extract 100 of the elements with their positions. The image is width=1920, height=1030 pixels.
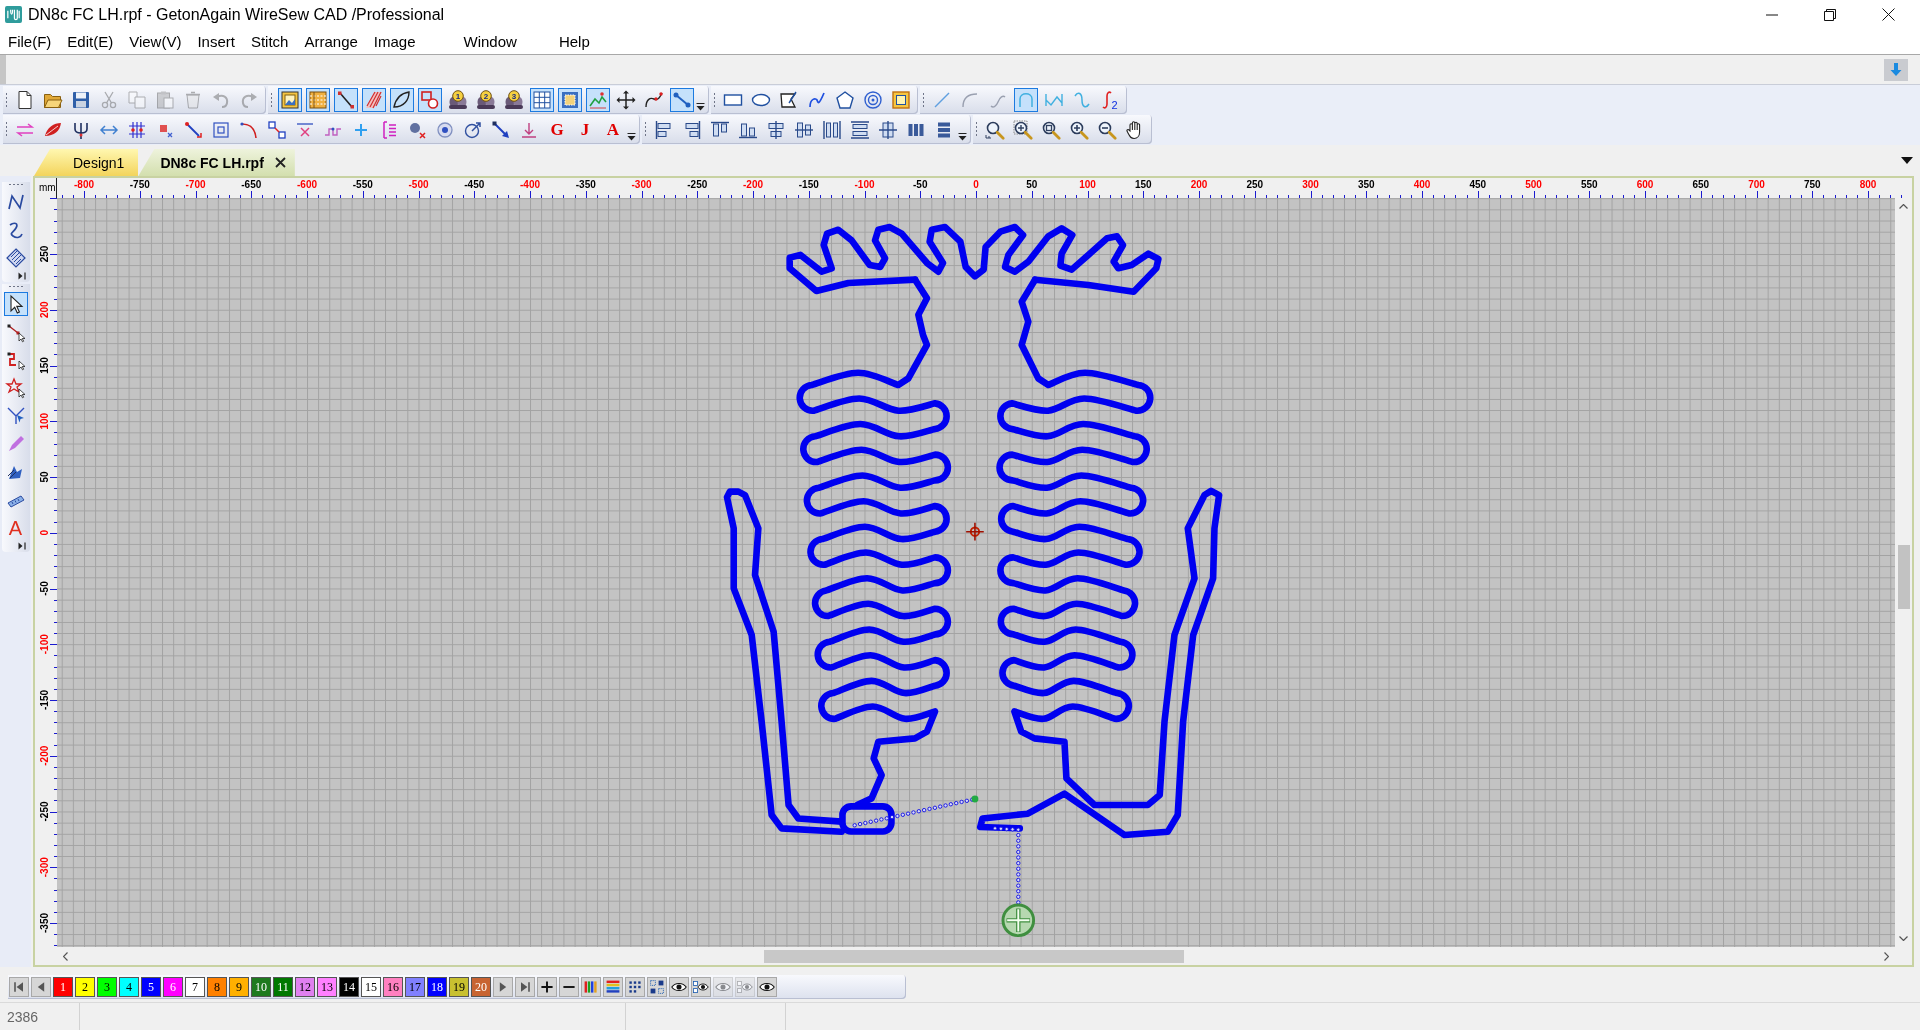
dotted-squares-icon[interactable] [647,977,667,997]
tab[interactable]: DN8c FC LH.rpf [138,149,295,176]
toolbar-grip[interactable] [644,121,647,138]
letter-button[interactable]: A [601,117,625,142]
color-swatch[interactable]: 15 [361,977,381,997]
concentric-circles-icon[interactable] [861,88,885,112]
scrollbar-thumb[interactable] [1897,545,1910,610]
eye-icon[interactable] [669,977,689,997]
expand-arrow-icon[interactable] [17,542,27,550]
toolbar-grip[interactable] [270,91,273,109]
toolbar-grip[interactable] [975,121,978,138]
dotted-frame-icon[interactable] [558,88,582,112]
ruler-label: 700 [1748,179,1765,190]
framed-picture-icon[interactable] [278,88,302,112]
color-swatch[interactable]: 9 [229,977,249,997]
arch-icon[interactable] [1014,88,1038,112]
image-frame-icon[interactable] [889,88,913,112]
hatch-pattern-icon[interactable] [362,88,386,112]
menu-item[interactable]: Image [365,33,424,50]
ruler-label: -550 [352,179,373,190]
toolbar-grip[interactable] [7,285,24,288]
overflow-arrow-icon[interactable] [958,132,967,141]
toolbar-grip[interactable] [7,183,24,186]
toolbar-grip[interactable] [5,121,8,138]
menu-item[interactable]: Window [455,33,525,50]
color-swatch[interactable]: 14 [339,977,359,997]
line-with-nodes-icon[interactable] [334,88,358,112]
zoom-window-icon[interactable] [1011,117,1035,142]
toolbar-grip[interactable] [713,91,716,109]
ruler-label: -300 [631,179,652,190]
menu-item[interactable]: Edit(E) [59,33,122,50]
outline-shape-icon[interactable] [390,88,414,112]
ruler-label: -700 [185,179,206,190]
chevron-right-icon[interactable] [1884,951,1889,961]
dot-grid-icon[interactable] [625,977,645,997]
toolbar-grip[interactable] [5,91,8,109]
tab[interactable]: Design1 [34,149,139,176]
restore-icon[interactable] [1824,8,1836,21]
color-swatch[interactable]: 19 [449,977,469,997]
ruler-label: -100 [854,179,875,190]
color-swatch[interactable]: 18 [427,977,447,997]
grid-icon[interactable] [530,88,554,112]
expand-arrow-icon[interactable] [17,272,27,280]
ruler-label: 100 [1079,179,1096,190]
text-tool-button[interactable]: A [3,516,28,540]
close-icon[interactable] [274,157,286,168]
overflow-arrow-icon[interactable] [627,132,636,141]
last-item-icon[interactable] [515,977,535,997]
end-point-icon[interactable] [971,795,979,803]
color-swatch[interactable]: 1 [53,977,73,997]
color-swatch[interactable]: 20 [471,977,491,997]
chevron-up-icon[interactable] [1899,204,1908,209]
ruler-label: -300 [39,857,50,878]
ruler-label: 300 [1302,179,1319,190]
color-bars-icon[interactable] [581,977,601,997]
jump-stitch-line[interactable] [992,826,1021,905]
menu-item[interactable]: Stitch [242,33,297,50]
color-swatch[interactable]: 11 [273,977,293,997]
ruler-label: -250 [39,801,50,822]
chevron-left-icon[interactable] [63,951,68,961]
menu-item[interactable]: Help [550,33,598,50]
color-stripes-icon[interactable] [603,977,623,997]
color-swatch[interactable]: 10 [251,977,271,997]
menu-item[interactable]: Arrange [296,33,366,50]
letter-button[interactable]: J [573,117,597,142]
color-swatch[interactable]: 16 [383,977,403,997]
menu-item[interactable]: File(F) [0,33,60,50]
chevron-down-icon[interactable] [1899,936,1908,941]
color-swatch[interactable]: 4 [119,977,139,997]
ruler-label: -200 [743,179,763,190]
dropdown-arrow-icon[interactable] [1901,157,1913,164]
plus-icon[interactable] [537,977,557,997]
star-outline-icon[interactable] [3,376,28,400]
color-swatch[interactable]: 13 [317,977,337,997]
overflow-arrow-icon[interactable] [696,102,705,111]
ruler-label: 50 [39,471,50,483]
menu-item[interactable]: Insert [189,33,243,50]
color-swatch[interactable]: 17 [405,977,425,997]
ruler-label: -650 [241,179,262,190]
color-swatch[interactable]: 12 [295,977,315,997]
scrollbar-thumb[interactable] [764,949,1184,963]
toolbar-grip[interactable] [922,91,925,109]
close-icon[interactable] [1881,8,1895,21]
color-swatch[interactable]: 7 [185,977,205,997]
ruler-label: 500 [1525,179,1542,190]
minimize-icon[interactable] [1766,13,1778,16]
letter-button[interactable]: G [545,117,569,142]
color-swatch[interactable]: 5 [141,977,161,997]
wire-drawing[interactable] [723,223,1223,839]
first-item-icon[interactable] [9,977,29,997]
color-swatch[interactable]: 8 [207,977,227,997]
eye-icon[interactable] [757,977,777,997]
jump-stitch-line[interactable] [852,797,975,828]
linked-eye-icon[interactable] [691,977,711,997]
color-swatch[interactable]: 2 [75,977,95,997]
move-arrows-icon[interactable] [614,88,638,112]
menu-item[interactable]: View(V) [121,33,190,50]
color-swatch[interactable]: 3 [97,977,117,997]
pentagon-icon[interactable] [833,88,857,112]
minus-icon[interactable] [559,977,579,997]
